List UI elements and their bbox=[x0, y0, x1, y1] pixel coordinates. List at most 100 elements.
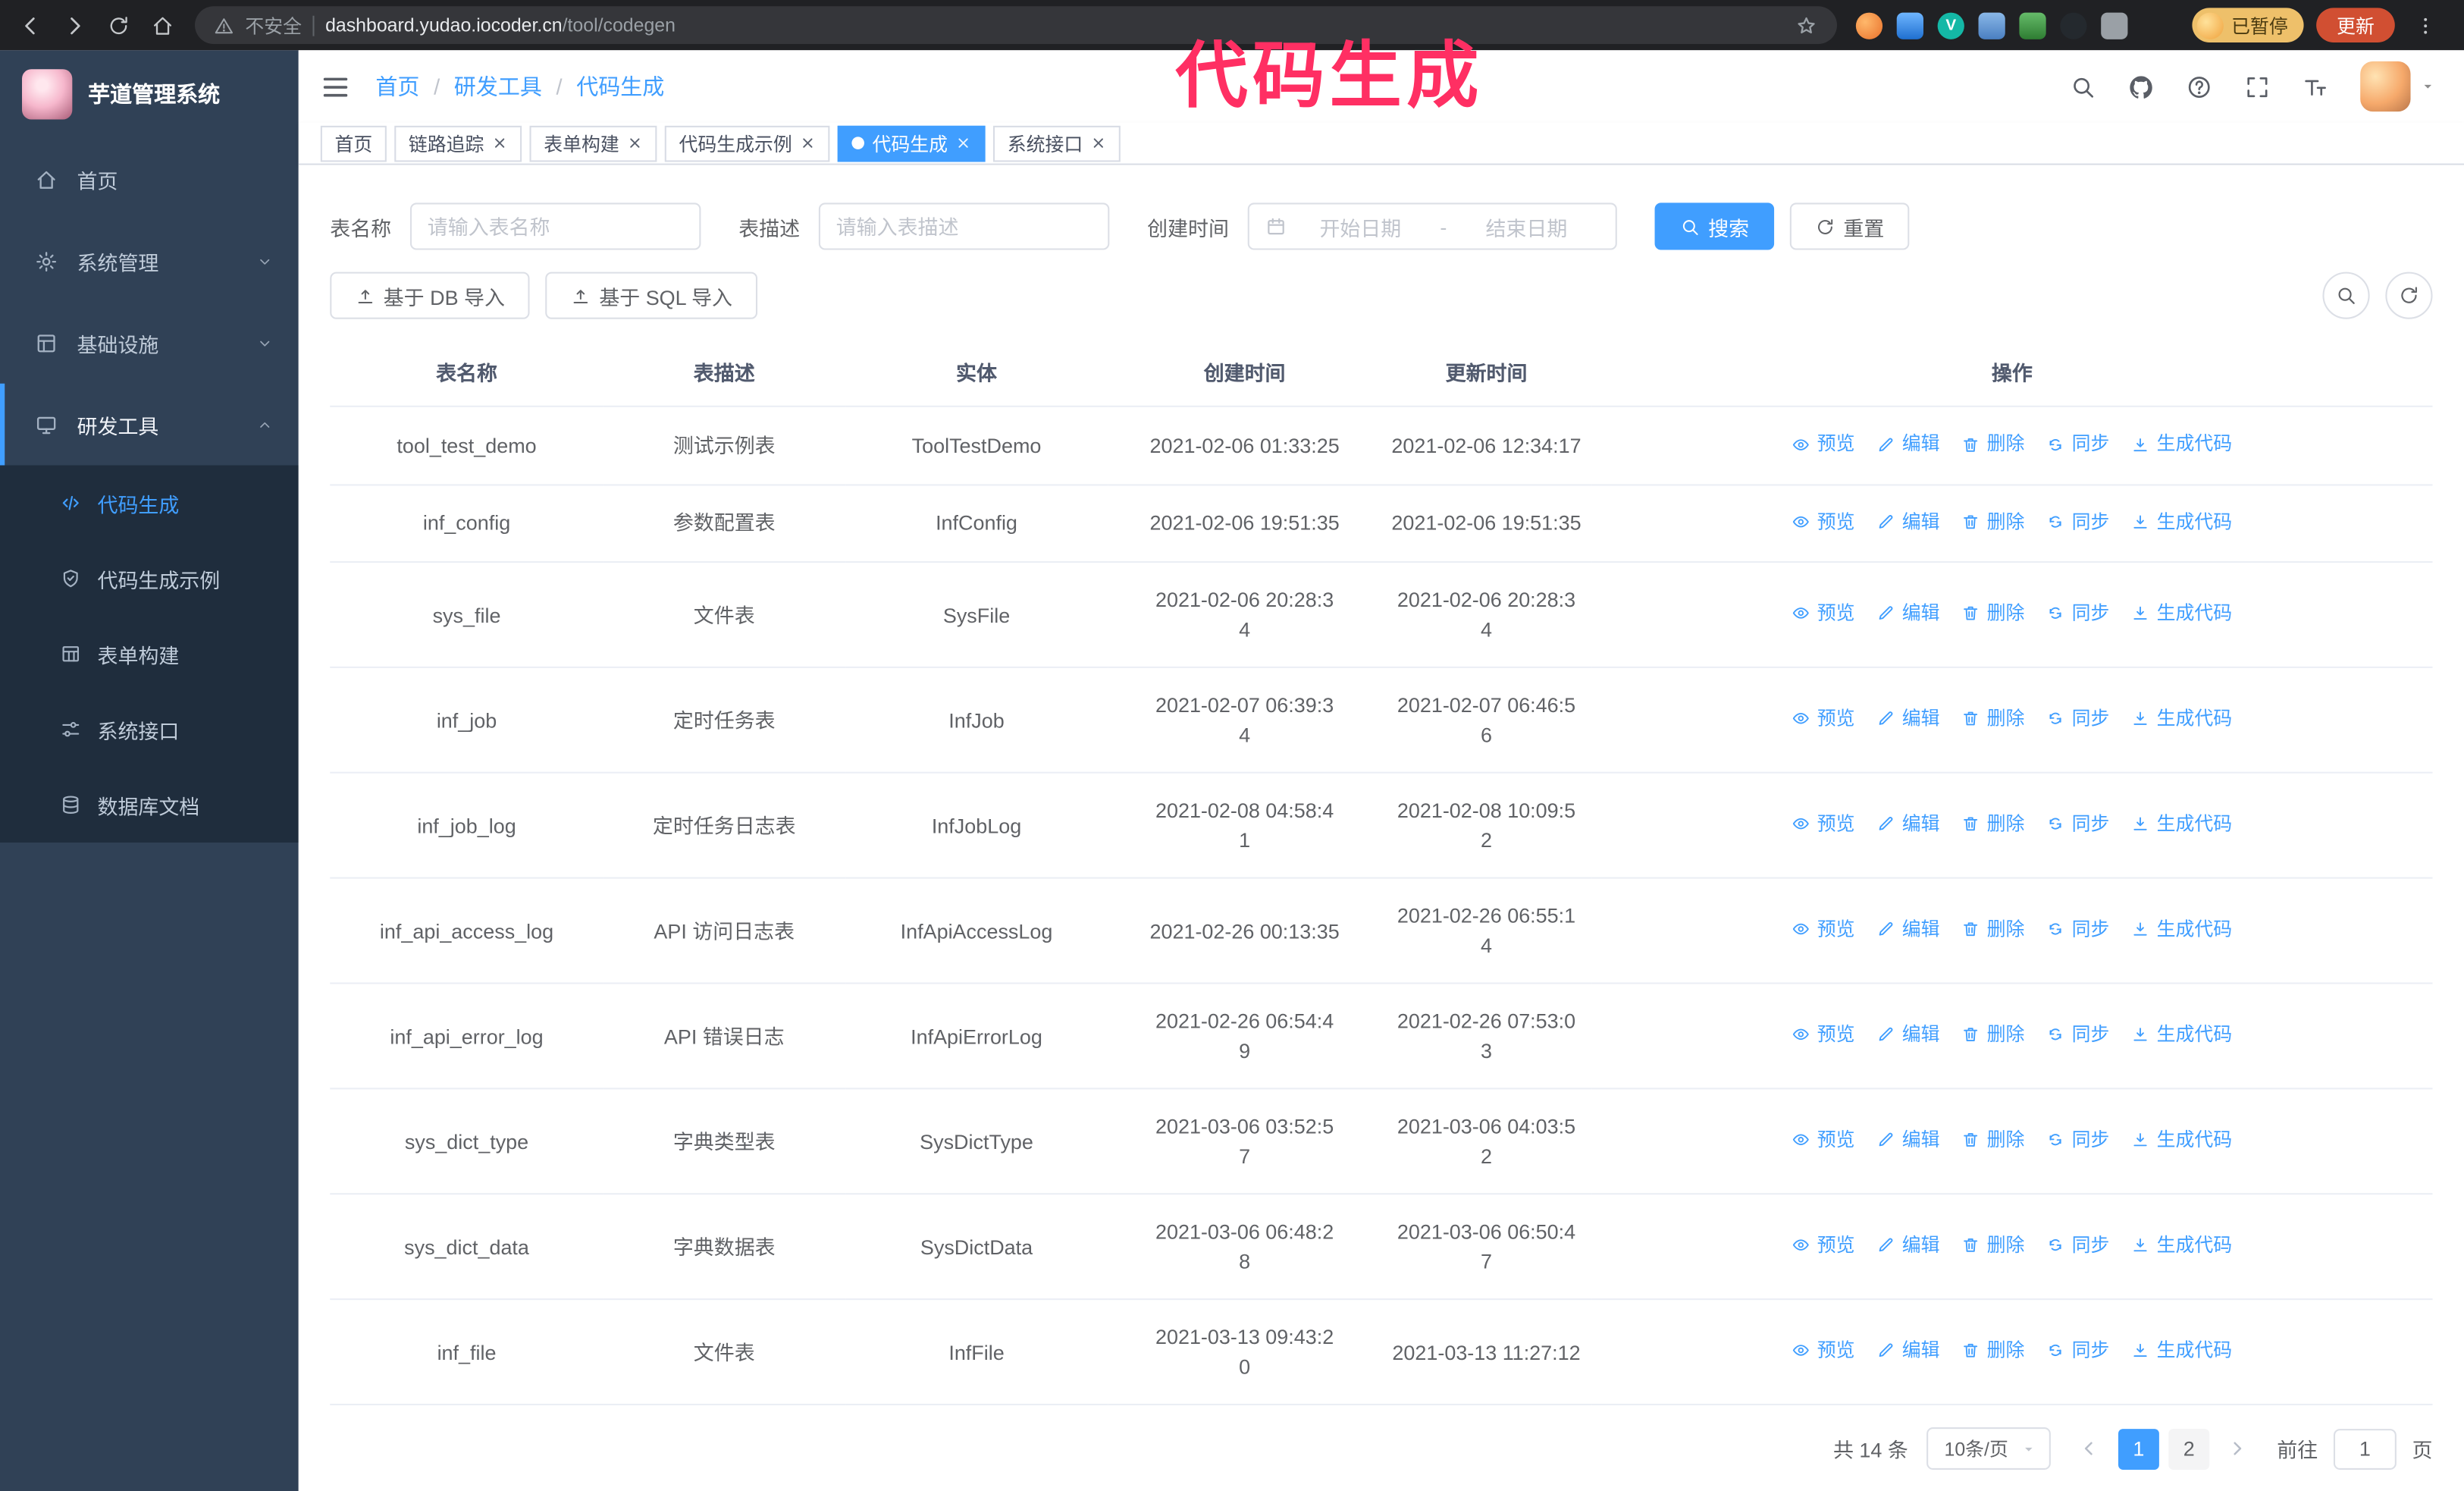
browser-back-button[interactable] bbox=[9, 5, 50, 46]
edit-link[interactable]: 编辑 bbox=[1877, 704, 1939, 733]
delete-link[interactable]: 删除 bbox=[1962, 1020, 2024, 1050]
tab-trace[interactable]: 链路追踪 bbox=[394, 125, 522, 162]
browser-extension-icon[interactable] bbox=[2060, 11, 2087, 39]
fullscreen-icon[interactable] bbox=[2244, 74, 2271, 100]
edit-link[interactable]: 编辑 bbox=[1877, 1230, 1939, 1260]
breadcrumb-item-home[interactable]: 首页 bbox=[375, 71, 419, 102]
preview-link[interactable]: 预览 bbox=[1792, 704, 1855, 733]
search-button[interactable]: 搜索 bbox=[1654, 202, 1775, 250]
puzzle-extension-icon[interactable] bbox=[2101, 11, 2128, 39]
breadcrumb-item-dev-tools[interactable]: 研发工具 bbox=[454, 71, 542, 102]
sidebar-item-database-doc[interactable]: 数据库文档 bbox=[0, 767, 299, 842]
github-icon[interactable] bbox=[2127, 74, 2154, 100]
reset-button[interactable]: 重置 bbox=[1789, 202, 1910, 250]
sidebar-item-code-generation-example[interactable]: 代码生成示例 bbox=[0, 541, 299, 616]
import-db-button[interactable]: 基于 DB 导入 bbox=[330, 272, 531, 319]
generate-code-link[interactable]: 生成代码 bbox=[2131, 1020, 2232, 1050]
preview-link[interactable]: 预览 bbox=[1792, 1336, 1855, 1365]
delete-link[interactable]: 删除 bbox=[1962, 915, 2024, 944]
close-icon[interactable] bbox=[1091, 135, 1107, 151]
edit-link[interactable]: 编辑 bbox=[1877, 507, 1939, 536]
preview-link[interactable]: 预览 bbox=[1792, 429, 1855, 459]
edit-link[interactable]: 编辑 bbox=[1877, 915, 1939, 944]
create-time-range-picker[interactable]: 开始日期 - 结束日期 bbox=[1247, 202, 1617, 250]
delete-link[interactable]: 删除 bbox=[1962, 1230, 2024, 1260]
preview-link[interactable]: 预览 bbox=[1792, 915, 1855, 944]
browser-extension-icon[interactable] bbox=[1896, 11, 1923, 39]
edit-link[interactable]: 编辑 bbox=[1877, 429, 1939, 459]
sync-link[interactable]: 同步 bbox=[2046, 507, 2109, 536]
font-size-icon[interactable] bbox=[2303, 74, 2329, 100]
close-icon[interactable] bbox=[627, 135, 643, 151]
delete-link[interactable]: 删除 bbox=[1962, 1125, 2024, 1155]
toggle-search-button[interactable] bbox=[2322, 272, 2370, 319]
search-icon[interactable] bbox=[2070, 74, 2096, 100]
sidebar-item-code-generation[interactable]: 代码生成 bbox=[0, 466, 299, 541]
user-avatar[interactable] bbox=[2360, 61, 2435, 112]
browser-address-bar[interactable]: 不安全 dashboard.yudao.iocoder.cn/tool/code… bbox=[195, 6, 1837, 45]
generate-code-link[interactable]: 生成代码 bbox=[2131, 809, 2232, 839]
tab-form-builder[interactable]: 表单构建 bbox=[529, 125, 657, 162]
generate-code-link[interactable]: 生成代码 bbox=[2131, 1230, 2232, 1260]
help-icon[interactable] bbox=[2186, 74, 2212, 100]
tab-home[interactable]: 首页 bbox=[320, 125, 387, 162]
preview-link[interactable]: 预览 bbox=[1792, 598, 1855, 628]
close-icon[interactable] bbox=[800, 135, 816, 151]
generate-code-link[interactable]: 生成代码 bbox=[2131, 598, 2232, 628]
refresh-table-button[interactable] bbox=[2385, 272, 2433, 319]
tab-system-api[interactable]: 系统接口 bbox=[993, 125, 1121, 162]
sidebar-item-system-management[interactable]: 系统管理 bbox=[0, 220, 299, 302]
sync-link[interactable]: 同步 bbox=[2046, 1230, 2109, 1260]
generate-code-link[interactable]: 生成代码 bbox=[2131, 1336, 2232, 1365]
import-sql-button[interactable]: 基于 SQL 导入 bbox=[545, 272, 758, 319]
sidebar-item-home[interactable]: 首页 bbox=[0, 138, 299, 220]
sidebar-item-infrastructure[interactable]: 基础设施 bbox=[0, 302, 299, 384]
delete-link[interactable]: 删除 bbox=[1962, 809, 2024, 839]
table-desc-input[interactable] bbox=[818, 202, 1110, 250]
browser-home-button[interactable] bbox=[142, 5, 183, 46]
sync-link[interactable]: 同步 bbox=[2046, 429, 2109, 459]
edit-link[interactable]: 编辑 bbox=[1877, 598, 1939, 628]
sync-link[interactable]: 同步 bbox=[2046, 598, 2109, 628]
sidebar-item-dev-tools[interactable]: 研发工具 bbox=[0, 383, 299, 466]
edit-link[interactable]: 编辑 bbox=[1877, 1336, 1939, 1365]
sync-link[interactable]: 同步 bbox=[2046, 1020, 2109, 1050]
app-logo[interactable]: 芋道管理系统 bbox=[0, 50, 299, 138]
bookmark-star-icon[interactable] bbox=[1795, 14, 1818, 37]
sync-link[interactable]: 同步 bbox=[2046, 704, 2109, 733]
edit-link[interactable]: 编辑 bbox=[1877, 1125, 1939, 1155]
browser-extension-icon[interactable] bbox=[2019, 11, 2046, 39]
prev-page-button[interactable] bbox=[2073, 1428, 2108, 1469]
sidebar-toggle-icon[interactable] bbox=[321, 72, 350, 102]
security-warning-icon[interactable] bbox=[214, 15, 234, 36]
delete-link[interactable]: 删除 bbox=[1962, 429, 2024, 459]
generate-code-link[interactable]: 生成代码 bbox=[2131, 429, 2232, 459]
close-icon[interactable] bbox=[955, 135, 971, 151]
generate-code-link[interactable]: 生成代码 bbox=[2131, 915, 2232, 944]
page-size-select[interactable]: 10条/页 bbox=[1926, 1427, 2051, 1470]
delete-link[interactable]: 删除 bbox=[1962, 1336, 2024, 1365]
generate-code-link[interactable]: 生成代码 bbox=[2131, 507, 2232, 536]
delete-link[interactable]: 删除 bbox=[1962, 704, 2024, 733]
edit-link[interactable]: 编辑 bbox=[1877, 1020, 1939, 1050]
preview-link[interactable]: 预览 bbox=[1792, 1230, 1855, 1260]
tab-codegen[interactable]: 代码生成 bbox=[837, 125, 986, 162]
tab-codegen-example[interactable]: 代码生成示例 bbox=[664, 125, 830, 162]
goto-page-input[interactable] bbox=[2333, 1428, 2397, 1469]
preview-link[interactable]: 预览 bbox=[1792, 507, 1855, 536]
browser-reload-button[interactable] bbox=[98, 5, 139, 46]
preview-link[interactable]: 预览 bbox=[1792, 809, 1855, 839]
browser-extension-icon[interactable] bbox=[1855, 11, 1883, 39]
table-name-input[interactable] bbox=[410, 202, 701, 250]
generate-code-link[interactable]: 生成代码 bbox=[2131, 1125, 2232, 1155]
page-1-button[interactable]: 1 bbox=[2118, 1428, 2159, 1469]
preview-link[interactable]: 预览 bbox=[1792, 1020, 1855, 1050]
sidebar-item-form-builder[interactable]: 表单构建 bbox=[0, 616, 299, 691]
delete-link[interactable]: 删除 bbox=[1962, 598, 2024, 628]
browser-extension-icon[interactable] bbox=[1937, 11, 1964, 39]
sidebar-item-system-api[interactable]: 系统接口 bbox=[0, 692, 299, 767]
browser-extension-icon[interactable] bbox=[1978, 11, 2005, 39]
sync-link[interactable]: 同步 bbox=[2046, 1336, 2109, 1365]
close-icon[interactable] bbox=[492, 135, 508, 151]
sync-link[interactable]: 同步 bbox=[2046, 809, 2109, 839]
